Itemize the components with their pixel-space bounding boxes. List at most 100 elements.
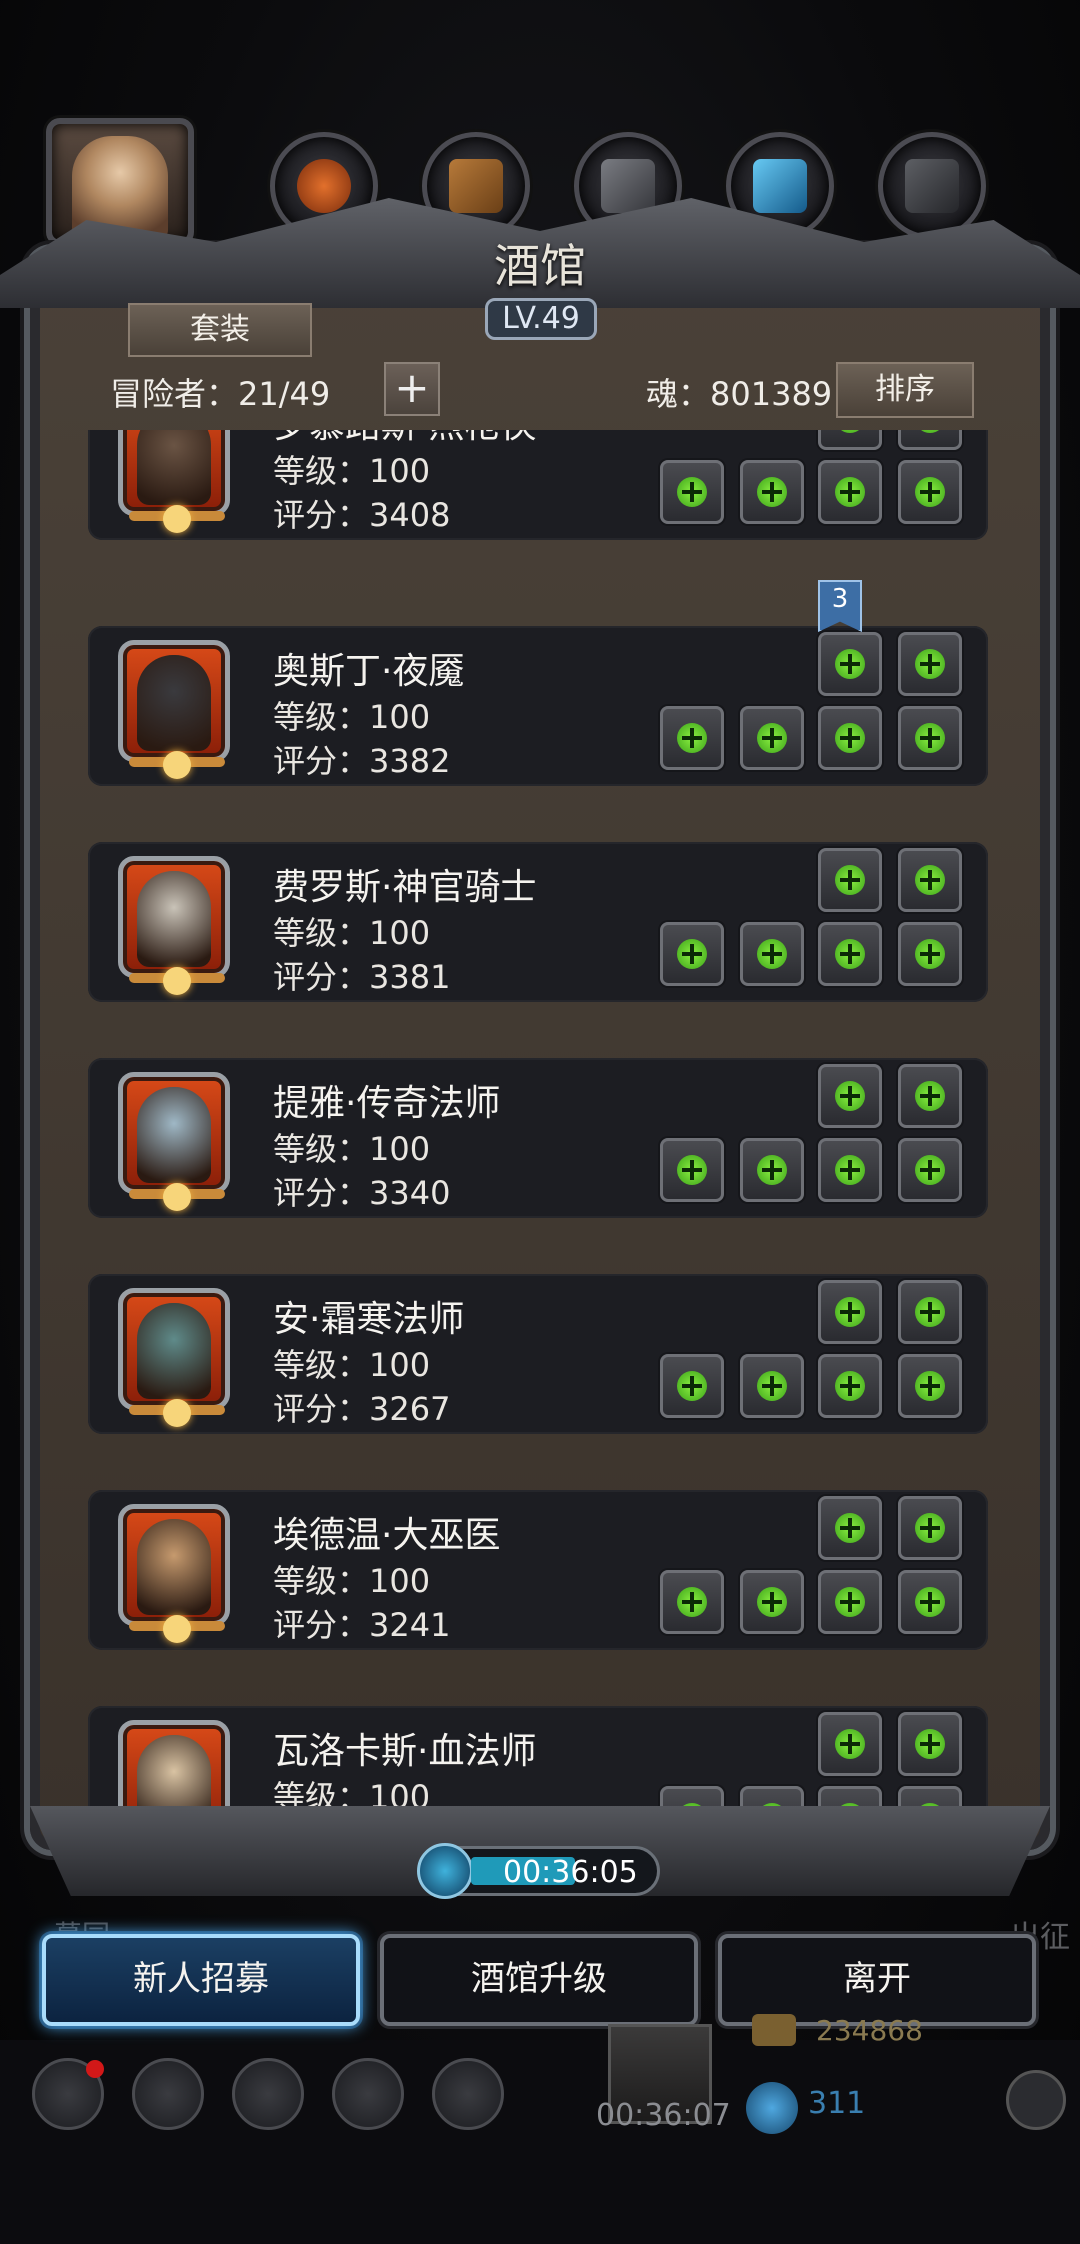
plus-icon xyxy=(915,1729,945,1759)
equip-slot[interactable] xyxy=(898,1138,962,1202)
category-tabs xyxy=(0,118,1080,248)
hero-portrait[interactable] xyxy=(118,1504,230,1643)
adventurer-card[interactable]: 安·霜寒法师 等级：100 评分：3267 xyxy=(88,1274,988,1434)
recruit-button[interactable]: 新人招募 xyxy=(42,1934,360,2026)
set-button[interactable]: 套装 xyxy=(128,303,312,357)
add-resource-icon[interactable] xyxy=(1006,2070,1066,2130)
mail-icon[interactable] xyxy=(332,2058,404,2130)
equip-slot[interactable] xyxy=(740,1138,804,1202)
equip-slot[interactable] xyxy=(660,460,724,524)
hero-score: 评分：3267 xyxy=(273,1390,451,1428)
equip-slot[interactable] xyxy=(818,632,882,696)
plus-icon xyxy=(915,1297,945,1327)
hero-face xyxy=(137,1519,211,1615)
hero-name: 奥斯丁·夜魇 xyxy=(273,651,465,692)
soul-count: 魂：801389 xyxy=(646,375,833,413)
moon-icon xyxy=(163,505,191,533)
plus-icon xyxy=(835,1587,865,1617)
adventurer-list[interactable]: 罗慕路斯·烈枪侠等级：100评分：3408奥斯丁·夜魇等级：100评分：3382… xyxy=(88,430,988,1825)
tavern-screen: { "header": { "title": "酒馆", "level": "L… xyxy=(0,0,1080,2244)
hero-name: 安·霜寒法师 xyxy=(273,1299,465,1340)
gold-amount: 234868 xyxy=(816,2014,923,2047)
equip-slot[interactable] xyxy=(818,922,882,986)
tab-iron[interactable] xyxy=(878,132,986,240)
equip-slot[interactable] xyxy=(740,1354,804,1418)
guild-icon[interactable] xyxy=(232,2058,304,2130)
sort-button[interactable]: 排序 xyxy=(836,362,974,418)
equip-slot[interactable] xyxy=(660,922,724,986)
equip-slot[interactable] xyxy=(898,1354,962,1418)
equip-slot[interactable] xyxy=(898,1712,962,1776)
plus-icon xyxy=(915,1155,945,1185)
equip-slot[interactable] xyxy=(660,1138,724,1202)
hero-level: 等级：100 xyxy=(273,914,431,952)
hero-portrait[interactable] xyxy=(118,856,230,995)
notification-dot xyxy=(86,2060,104,2078)
equip-slot[interactable] xyxy=(818,706,882,770)
leave-button[interactable]: 离开 xyxy=(718,1934,1036,2026)
equip-slot[interactable] xyxy=(898,1570,962,1634)
equip-slot[interactable] xyxy=(740,460,804,524)
plus-icon xyxy=(835,939,865,969)
equip-slot[interactable] xyxy=(898,430,962,450)
moon-icon xyxy=(163,1399,191,1427)
equip-slot[interactable] xyxy=(818,1354,882,1418)
moon-icon xyxy=(163,967,191,995)
plus-icon xyxy=(915,430,945,433)
equip-slot[interactable] xyxy=(818,1280,882,1344)
adventurer-card[interactable]: 奥斯丁·夜魇 等级：100 评分：3382 xyxy=(88,626,988,786)
equip-slot[interactable] xyxy=(740,922,804,986)
hero-level: 等级：100 xyxy=(273,1130,431,1168)
equip-slot[interactable] xyxy=(818,460,882,524)
gold-icon xyxy=(752,2014,796,2046)
hero-portrait[interactable] xyxy=(118,640,230,779)
upgrade-button[interactable]: 酒馆升级 xyxy=(380,1934,698,2026)
plus-icon xyxy=(677,477,707,507)
hero-face xyxy=(137,871,211,967)
adventurer-card[interactable]: 费罗斯·神官骑士 等级：100 评分：3381 xyxy=(88,842,988,1002)
hero-portrait[interactable] xyxy=(118,1072,230,1211)
hero-portrait[interactable] xyxy=(118,1288,230,1427)
equip-slot[interactable] xyxy=(740,706,804,770)
equip-slot[interactable] xyxy=(898,848,962,912)
equip-slot[interactable] xyxy=(660,1354,724,1418)
equip-slot[interactable] xyxy=(898,1064,962,1128)
adventurer-card[interactable]: 提雅·传奇法师 等级：100 评分：3340 xyxy=(88,1058,988,1218)
add-slot-button[interactable]: + xyxy=(384,362,440,416)
plus-icon xyxy=(757,939,787,969)
equip-slot[interactable] xyxy=(898,1280,962,1344)
equip-slot[interactable] xyxy=(660,706,724,770)
hero-level: 等级：100 xyxy=(273,698,431,736)
hero-face xyxy=(137,655,211,751)
equip-slot[interactable] xyxy=(660,1570,724,1634)
achievement-icon[interactable] xyxy=(132,2058,204,2130)
equip-slot[interactable] xyxy=(818,1064,882,1128)
hero-score: 评分：3408 xyxy=(273,496,451,534)
equip-slot[interactable] xyxy=(818,1138,882,1202)
equip-slot[interactable] xyxy=(818,1570,882,1634)
crystal-icon xyxy=(753,159,807,213)
equip-slot[interactable] xyxy=(818,430,882,450)
equip-slot[interactable] xyxy=(898,632,962,696)
equip-slot[interactable] xyxy=(818,1496,882,1560)
adventurer-card[interactable]: 罗慕路斯·烈枪侠等级：100评分：3408 xyxy=(88,430,988,540)
equip-slot[interactable] xyxy=(818,848,882,912)
moon-icon xyxy=(163,1615,191,1643)
fire-gem-icon xyxy=(297,159,351,213)
equip-slot[interactable] xyxy=(898,1496,962,1560)
plus-icon xyxy=(835,477,865,507)
plus-icon xyxy=(915,1081,945,1111)
equip-slot[interactable] xyxy=(818,1712,882,1776)
plus-icon xyxy=(835,1513,865,1543)
plus-icon xyxy=(835,723,865,753)
gem-icon xyxy=(746,2082,798,2134)
handshake-icon[interactable] xyxy=(432,2058,504,2130)
equip-slot[interactable] xyxy=(898,706,962,770)
equip-slot[interactable] xyxy=(898,922,962,986)
plus-icon xyxy=(757,1155,787,1185)
equip-slot[interactable] xyxy=(898,460,962,524)
hero-level: 等级：100 xyxy=(273,452,431,490)
equip-slot[interactable] xyxy=(740,1570,804,1634)
adventurer-card[interactable]: 埃德温·大巫医 等级：100 评分：3241 xyxy=(88,1490,988,1650)
hero-portrait[interactable] xyxy=(118,430,230,533)
